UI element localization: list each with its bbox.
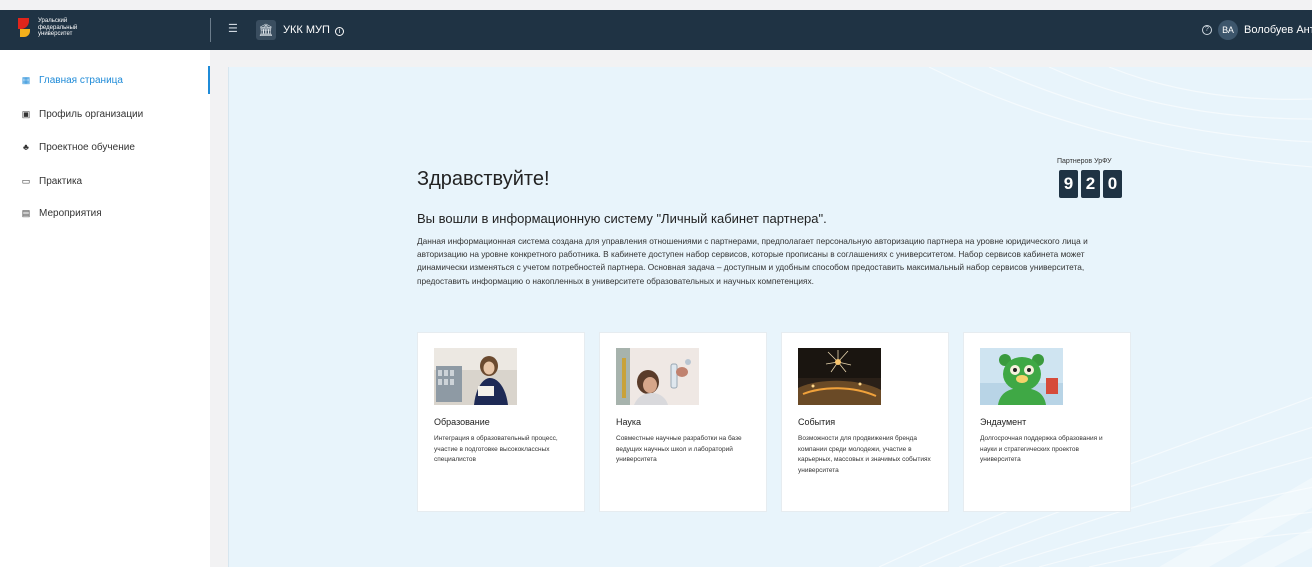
background-decoration (878, 67, 1312, 567)
sidebar-item-project-learning[interactable]: ♣ Проектное обучение (0, 133, 210, 161)
card-title: Эндаумент (980, 417, 1027, 427)
science-photo (616, 348, 699, 405)
card-text: Возможности для продвижения бренда компа… (798, 435, 931, 474)
counter-digit: 0 (1103, 170, 1122, 198)
card-title: События (798, 417, 836, 427)
user-name[interactable]: Волобуев Анто (1244, 24, 1312, 36)
user-avatar[interactable]: ВА (1218, 20, 1238, 40)
organization-name-label: УКК МУП (283, 24, 330, 36)
practice-id-icon: ▭ (21, 175, 31, 186)
topbar-divider (210, 18, 211, 42)
events-photo (798, 348, 881, 405)
organization-building-icon[interactable]: 🏛 (256, 20, 276, 40)
sidebar-item-practice[interactable]: ▭ Практика (0, 167, 210, 195)
urfu-logo[interactable]: Уральский федеральный университет (18, 16, 77, 40)
card-science[interactable]: Наука Совместные научные разработки на б… (599, 332, 767, 512)
dashboard-grid-icon: ▦ (21, 74, 31, 85)
card-text: Долгосрочная поддержка образования и нау… (980, 435, 1103, 463)
card-title: Образование (434, 417, 490, 427)
menu-toggle-icon[interactable]: ☰ (228, 24, 239, 35)
info-icon[interactable]: i (334, 27, 344, 36)
sidebar-item-organization-profile[interactable]: ▣ Профиль организации (0, 100, 210, 128)
profile-card-icon: ▣ (21, 108, 31, 119)
organization-name[interactable]: УКК МУП i (283, 24, 344, 36)
endowment-photo (980, 348, 1063, 405)
help-icon[interactable]: ? (1202, 25, 1212, 35)
card-text: Интеграция в образовательный процесс, уч… (434, 435, 558, 463)
main-content: Здравствуйте! Партнеров УрФУ 9 2 0 Вы во… (228, 67, 1312, 567)
sidebar-item-label: Главная страница (39, 74, 123, 86)
sidebar-item-label: Профиль организации (39, 108, 144, 120)
partners-counter-label: Партнеров УрФУ (1057, 158, 1112, 165)
sidebar-item-events[interactable]: ▤ Мероприятия (0, 199, 210, 227)
card-education[interactable]: Образование Интеграция в образовательный… (417, 332, 585, 512)
welcome-subtitle: Вы вошли в информационную систему "Личны… (417, 211, 827, 226)
partners-counter: 9 2 0 (1059, 170, 1122, 198)
sidebar-item-label: Практика (39, 175, 83, 187)
logo-text: Уральский федеральный университет (38, 18, 77, 38)
card-endowment[interactable]: Эндаумент Долгосрочная поддержка образов… (963, 332, 1131, 512)
sidebar-item-label: Мероприятия (39, 207, 102, 219)
greeting-heading: Здравствуйте! (417, 168, 550, 190)
system-description: Данная информационная система создана дл… (417, 236, 1088, 286)
card-events[interactable]: События Возможности для продвижения брен… (781, 332, 949, 512)
counter-digit: 9 (1059, 170, 1078, 198)
sidebar: ▦ Главная страница ▣ Профиль организации… (0, 50, 210, 567)
education-photo (434, 348, 517, 405)
card-title: Наука (616, 417, 642, 427)
counter-digit: 2 (1081, 170, 1100, 198)
logo-line-3: университет (38, 31, 73, 38)
urfu-logo-mark-icon (18, 16, 32, 40)
project-icon: ♣ (23, 142, 29, 152)
card-text: Совместные научные разработки на базе ве… (616, 435, 742, 463)
calendar-icon: ▤ (21, 207, 31, 218)
sidebar-item-home[interactable]: ▦ Главная страница (0, 66, 210, 94)
sidebar-item-label: Проектное обучение (39, 141, 135, 153)
top-bar: Уральский федеральный университет ☰ 🏛 УК… (0, 10, 1312, 50)
